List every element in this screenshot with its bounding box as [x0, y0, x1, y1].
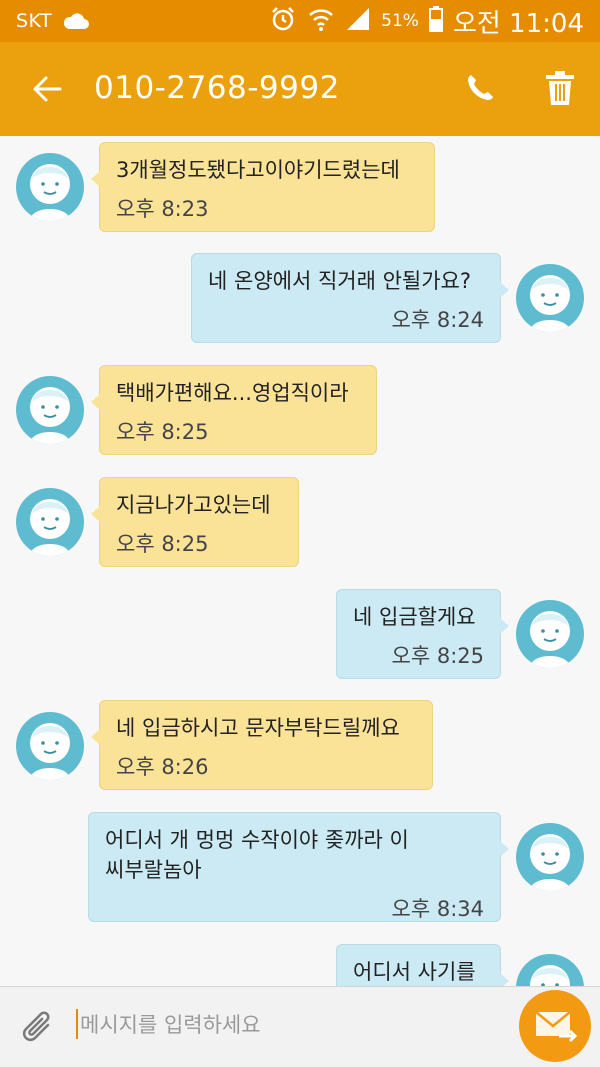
my-avatar[interactable]	[516, 823, 584, 891]
my-avatar[interactable]	[516, 954, 584, 986]
message-text: 어디서 개 멍멍 수작이야 좆까라 이 씨부랄놈아	[105, 828, 409, 882]
contact-avatar[interactable]	[16, 376, 84, 444]
send-button[interactable]	[519, 990, 591, 1062]
my-avatar[interactable]	[516, 264, 584, 332]
message-input[interactable]	[80, 1003, 500, 1047]
contact-avatar[interactable]	[16, 153, 84, 221]
conversation-title: 010-2768-9992	[94, 70, 340, 106]
message-time: 오후 8:25	[116, 532, 209, 556]
message-bubble-incoming[interactable]: 3개월정도됐다고이야기드렸는데 오후 8:23	[91, 142, 435, 232]
cloud-icon	[62, 12, 90, 34]
alarm-icon	[269, 5, 297, 37]
message-time: 오후 8:23	[116, 197, 209, 221]
message-bubble-outgoing[interactable]: 네 입금할게요 오후 8:25	[336, 589, 509, 679]
clock: 오전 11:04	[452, 8, 584, 39]
status-bar: SKT 51% 오전 11:04	[0, 0, 600, 42]
message-text: 네 온양에서 직거래 안될가요?	[208, 269, 472, 293]
contact-avatar[interactable]	[16, 712, 84, 780]
message-time: 오후 8:25	[116, 420, 209, 444]
message-time: 오후 8:34	[391, 897, 484, 921]
message-text: 네 입금할게요	[353, 605, 476, 629]
message-bubble-outgoing[interactable]: 어디서 개 멍멍 수작이야 좆까라 이 씨부랄놈아 오후 8:34	[88, 812, 509, 922]
battery-percent: 51%	[381, 11, 419, 31]
composer-bar	[0, 986, 600, 1067]
battery-icon	[428, 6, 443, 36]
trash-icon[interactable]	[544, 70, 576, 106]
wifi-icon	[307, 5, 335, 37]
send-mail-icon	[535, 1011, 577, 1043]
message-text: 네 입금하시고 문자부탁드릴께요	[116, 716, 400, 740]
my-avatar[interactable]	[516, 600, 584, 668]
message-text: 지금나가고있는데	[116, 493, 271, 517]
message-bubble-incoming[interactable]: 지금나가고있는데 오후 8:25	[91, 477, 299, 567]
message-time: 오후 8:25	[391, 644, 484, 668]
message-bubble-outgoing[interactable]: 네 온양에서 직거래 안될가요? 오후 8:24	[191, 253, 509, 343]
message-text: 택배가편해요...영업직이라	[116, 381, 349, 405]
contact-avatar[interactable]	[16, 488, 84, 556]
carrier-label: SKT	[16, 10, 53, 32]
back-arrow-icon[interactable]	[30, 72, 64, 106]
signal-icon	[345, 6, 371, 36]
status-icons: 51% 오전 11:04	[269, 5, 584, 39]
message-text: 어디서 사기를	[353, 960, 476, 984]
message-bubble-incoming[interactable]: 택배가편해요...영업직이라 오후 8:25	[91, 365, 377, 455]
message-time: 오후 8:26	[116, 755, 209, 779]
message-list[interactable]: 3개월정도됐다고이야기드렸는데 오후 8:23 네 온양에서 직거래 안될가요?…	[0, 136, 600, 986]
message-time: 오후 8:24	[391, 308, 484, 332]
app-bar: 010-2768-9992	[0, 42, 600, 136]
phone-icon[interactable]	[464, 72, 496, 104]
message-bubble-outgoing[interactable]: 어디서 사기를	[336, 944, 509, 986]
message-text: 3개월정도됐다고이야기드렸는데	[116, 158, 400, 182]
text-caret	[76, 1009, 78, 1039]
paperclip-icon[interactable]	[18, 1007, 58, 1047]
message-bubble-incoming[interactable]: 네 입금하시고 문자부탁드릴께요 오후 8:26	[91, 700, 433, 790]
